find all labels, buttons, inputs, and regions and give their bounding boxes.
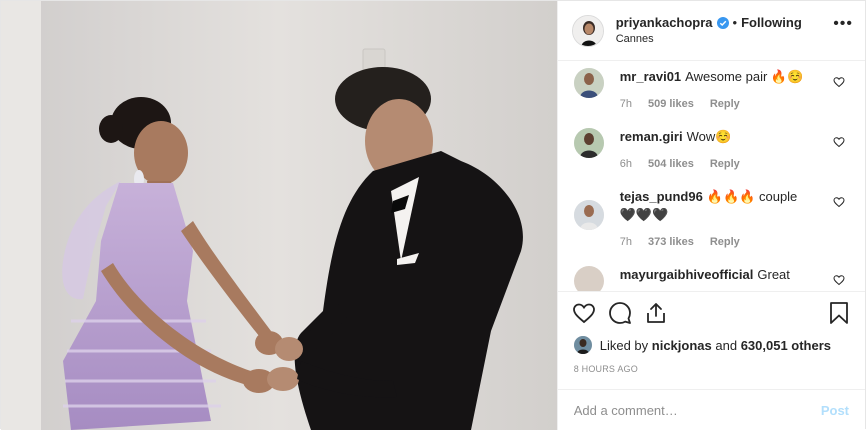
commenter-avatar[interactable] [573,128,604,158]
header-top-row: priyankachopra • Following [616,15,802,31]
comment-body: mr_ravi01 Awesome pair 🔥☺️ 7h 509 likes R… [620,68,820,110]
header-separator: • [732,14,738,30]
following-button[interactable]: Following [741,15,802,31]
comment-time[interactable]: 6h [620,158,632,170]
likes-summary: Liked by nickjonas and 630,051 others [558,334,865,356]
post-comment-button[interactable]: Post [821,403,849,418]
comment-item: mayurgaibhiveofficial Great [573,248,849,291]
post-actions-section: Liked by nickjonas and 630,051 others 8 … [557,291,865,380]
author-avatar[interactable] [571,14,604,47]
comments-list[interactable]: mr_ravi01 Awesome pair 🔥☺️ 7h 509 likes R… [558,62,865,291]
reply-button[interactable]: Reply [710,158,740,170]
comment-username[interactable]: reman.giri [620,129,683,144]
commenter-avatar-image [573,128,604,158]
instagram-post: priyankachopra • Following Cannes ••• mr… [0,0,866,430]
likes-prefix: Liked by [599,337,649,353]
header-text: priyankachopra • Following Cannes [616,15,802,47]
comment-like-heart-icon[interactable] [833,136,845,148]
comment-item: mr_ravi01 Awesome pair 🔥☺️ 7h 509 likes R… [573,62,849,110]
comment-likes[interactable]: 504 likes [648,158,694,170]
comment-body: mayurgaibhiveofficial Great [620,266,820,291]
author-avatar-image [572,15,603,46]
comment-username[interactable]: mr_ravi01 [620,69,681,84]
comment-item: reman.giri Wow☺️ 6h 504 likes Reply [573,110,849,170]
comment-username[interactable]: mayurgaibhiveofficial [620,267,754,282]
add-comment-bar: Post [557,389,865,430]
comment-body: tejas_pund96 🔥🔥🔥 couple 🖤🖤🖤 7h 373 likes … [620,188,810,248]
post-side-panel: priyankachopra • Following Cannes ••• mr… [556,1,865,430]
comment-meta: 6h 504 likes Reply [620,158,820,170]
commenter-avatar[interactable] [573,200,604,230]
likes-count[interactable]: 630,051 others [741,338,831,353]
liker-username[interactable]: nickjonas [652,338,712,353]
save-button[interactable] [825,299,853,327]
post-header: priyankachopra • Following Cannes ••• [557,1,865,61]
comment-text: Great [757,267,790,282]
comment-time[interactable]: 7h [620,98,632,110]
liker-avatar-image [573,336,592,354]
likes-joiner: and [715,337,738,353]
like-button[interactable] [570,299,598,327]
comment-icon [608,302,631,324]
comment-like-heart-icon[interactable] [833,196,845,208]
more-icon[interactable]: ••• [833,15,853,33]
comment-meta: 7h 509 likes Reply [620,98,820,110]
comment-body: reman.giri Wow☺️ 6h 504 likes Reply [620,128,820,170]
comment-text-row: mayurgaibhiveofficial Great [620,266,820,284]
comment-like-heart-icon[interactable] [833,274,845,286]
author-username[interactable]: priyankachopra [616,15,713,31]
comment-item: tejas_pund96 🔥🔥🔥 couple 🖤🖤🖤 7h 373 likes … [573,170,849,248]
verified-badge-icon [716,16,729,29]
reply-button[interactable]: Reply [710,98,740,110]
comment-time[interactable]: 7h [620,236,632,248]
comment-text: Awesome pair 🔥☺️ [685,69,804,84]
share-icon [646,303,665,323]
post-photo[interactable] [1,1,557,430]
commenter-avatar[interactable] [573,68,604,98]
comment-likes[interactable]: 509 likes [648,98,694,110]
heart-icon [572,303,595,324]
bookmark-icon [830,302,848,324]
commenter-avatar[interactable] [573,266,604,291]
comment-text-row: reman.giri Wow☺️ [620,128,820,146]
commenter-avatar-image [573,200,604,230]
post-location[interactable]: Cannes [616,31,802,47]
comment-text-row: tejas_pund96 🔥🔥🔥 couple 🖤🖤🖤 [620,188,810,224]
post-timestamp[interactable]: 8 HOURS AGO [558,356,865,380]
comment-likes[interactable]: 373 likes [648,236,694,248]
comment-like-heart-icon[interactable] [833,76,845,88]
comment-input[interactable] [573,402,821,418]
commenter-avatar-image [573,68,604,98]
comment-button[interactable] [606,299,634,327]
comment-meta: 7h 373 likes Reply [620,236,810,248]
reply-button[interactable]: Reply [710,236,740,248]
comment-text-row: mr_ravi01 Awesome pair 🔥☺️ [620,68,820,86]
liker-avatar[interactable] [573,336,592,354]
comment-text: Wow☺️ [686,129,732,144]
share-button[interactable] [642,299,670,327]
photo-illustration [1,1,557,430]
action-bar [558,292,865,334]
comment-username[interactable]: tejas_pund96 [620,189,703,204]
